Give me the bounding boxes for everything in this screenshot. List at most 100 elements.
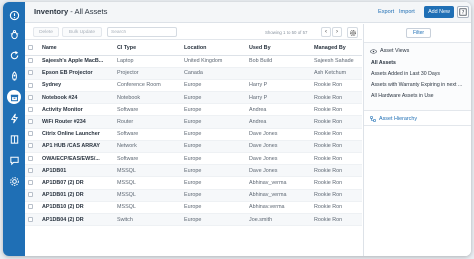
table-header-row: Name CI Type Location Used By Managed By	[25, 42, 362, 56]
refresh-icon[interactable]	[7, 48, 21, 62]
add-new-button[interactable]: Add New	[424, 6, 454, 18]
cell-used-by	[246, 67, 311, 80]
table-row[interactable]: OWA/ECP/EAS/EWS/... Software Europe Dave Jo…	[25, 152, 362, 166]
view-item-warranty-expiring[interactable]: Assets with Warranty Expiring in next ..…	[371, 82, 462, 88]
cell-used-by: Andrea	[246, 115, 311, 129]
column-header-managed-by[interactable]: Managed By	[311, 42, 362, 56]
row-checkbox[interactable]	[25, 79, 39, 93]
cell-used-by: Harry P	[246, 91, 311, 105]
cell-used-by: Dave Jones	[246, 164, 311, 178]
table-row[interactable]: AP1DB04 (2) DR Switch Europe Joe.smith Rooki…	[25, 213, 362, 227]
filter-button[interactable]: Filter	[406, 28, 431, 38]
cell-name[interactable]: Sydney	[39, 79, 114, 93]
row-checkbox[interactable]	[25, 164, 39, 178]
cell-name[interactable]: AP1DB04 (2) DR	[39, 213, 114, 227]
import-link[interactable]: Import	[399, 9, 415, 15]
cell-location: Europe	[181, 128, 246, 141]
delete-button[interactable]: Delete	[33, 27, 59, 37]
cell-name[interactable]: Sajeesh's Apple MacB...	[39, 55, 114, 68]
main-content: Inventory - All Assets Export Import Add…	[25, 2, 471, 256]
archive-box-icon[interactable]	[7, 90, 21, 104]
row-checkbox[interactable]	[25, 140, 39, 154]
cell-location: Europe	[181, 79, 246, 93]
view-item-hardware-in-use[interactable]: All Hardware Assets in Use	[371, 93, 434, 99]
pagination-info: Showing 1 to 50 of 57	[265, 30, 308, 35]
cell-name[interactable]: AP1DB10 (2) DR	[39, 201, 114, 214]
row-checkbox[interactable]	[25, 91, 39, 105]
cell-used-by: Abhinav_verma	[246, 189, 311, 202]
cell-name[interactable]: AP1 HUB /CAS ARRAY	[39, 140, 114, 154]
cell-ci-type: Network	[114, 140, 181, 154]
view-item-all-assets[interactable]: All Assets	[371, 60, 396, 66]
gear-icon[interactable]	[7, 174, 21, 188]
column-header-location[interactable]: Location	[181, 42, 246, 56]
cell-name[interactable]: Notebook #24	[39, 91, 114, 105]
bulk-update-button[interactable]: Bulk Update	[62, 27, 102, 37]
chat-icon[interactable]	[7, 153, 21, 167]
cell-managed-by: Rookie Ron	[311, 164, 362, 178]
question-icon[interactable]: ?	[457, 6, 469, 18]
cell-name[interactable]: AP1DB01 (2) DR	[39, 189, 114, 202]
column-settings-icon[interactable]	[347, 27, 358, 38]
table-row[interactable]: AP1 HUB /CAS ARRAY Network Europe Dave Jone…	[25, 140, 362, 154]
cell-managed-by: Rookie Ron	[311, 128, 362, 141]
cell-managed-by: Rookie Ron	[311, 189, 362, 202]
row-checkbox[interactable]	[25, 67, 39, 80]
bug-icon[interactable]	[7, 27, 21, 41]
cell-name[interactable]: Epson EB Projector	[39, 67, 114, 80]
cell-name[interactable]: AP1DB01	[39, 164, 114, 178]
row-checkbox[interactable]	[25, 213, 39, 227]
cell-name[interactable]: Citrix Online Launcher	[39, 128, 114, 141]
export-link[interactable]: Export	[378, 9, 394, 15]
exclamation-circle-icon[interactable]	[7, 8, 21, 22]
cell-name[interactable]: WiFi Router #234	[39, 115, 114, 129]
table-row[interactable]: WiFi Router #234 Router Europe Andrea Rookie…	[25, 115, 362, 129]
column-header-ci-type[interactable]: CI Type	[114, 42, 181, 56]
search-input[interactable]	[107, 27, 177, 37]
cell-used-by: Harry P	[246, 79, 311, 93]
row-checkbox[interactable]	[25, 152, 39, 166]
cell-location: United Kingdom	[181, 55, 246, 68]
table-row[interactable]: Sydney Conference Room Europe Harry P Rookie…	[25, 79, 362, 93]
cell-ci-type: Software	[114, 103, 181, 117]
cell-name[interactable]: AP1DB07 (2) DR	[39, 176, 114, 190]
table-row[interactable]: AP1DB10 (2) DR MSSQL Europe Abhinav.verma Ro…	[25, 201, 362, 214]
cell-managed-by: Rookie Ron	[311, 176, 362, 190]
row-checkbox[interactable]	[25, 115, 39, 129]
table-row[interactable]: AP1DB07 (2) DR MSSQL Europe Abhinav_verma Ro…	[25, 176, 362, 190]
cell-name[interactable]: OWA/ECP/EAS/EWS/...	[39, 152, 114, 166]
view-item-last-30-days[interactable]: Assets Added in Last 30 Days	[371, 71, 440, 77]
cell-ci-type: Software	[114, 128, 181, 141]
asset-hierarchy-link[interactable]: Asset Hierarchy	[370, 116, 417, 122]
row-checkbox[interactable]	[25, 103, 39, 117]
table-row[interactable]: Sajeesh's Apple MacB... Laptop United King…	[25, 55, 362, 68]
table-row[interactable]: Epson EB Projector Projector Canada Ash Ket…	[25, 67, 362, 80]
rocket-icon[interactable]	[7, 69, 21, 83]
select-all-checkbox[interactable]	[25, 42, 39, 56]
table-row[interactable]: Activity Monitor Software Europe Andrea Rook…	[25, 103, 362, 117]
cell-used-by: Joe.smith	[246, 213, 311, 227]
column-header-name[interactable]: Name	[39, 42, 114, 56]
table-row[interactable]: Citrix Online Launcher Software Europe Dave…	[25, 128, 362, 141]
table-row[interactable]: AP1DB01 MSSQL Europe Dave Jones Rookie Ron	[25, 164, 362, 178]
column-header-used-by[interactable]: Used By	[246, 42, 311, 56]
cell-ci-type: Projector	[114, 67, 181, 80]
row-checkbox[interactable]	[25, 189, 39, 202]
cell-location: Europe	[181, 103, 246, 117]
cell-ci-type: MSSQL	[114, 164, 181, 178]
table-row[interactable]: Notebook #24 Notebook Europe Harry P Rookie …	[25, 91, 362, 105]
row-checkbox[interactable]	[25, 176, 39, 190]
bolt-icon[interactable]	[7, 111, 21, 125]
chevron-right-icon[interactable]: ›	[332, 27, 342, 37]
chevron-left-icon[interactable]: ‹	[321, 27, 331, 37]
cell-used-by: Andrea	[246, 103, 311, 117]
cell-used-by: Bob Build	[246, 55, 311, 68]
row-checkbox[interactable]	[25, 128, 39, 141]
book-icon[interactable]	[7, 132, 21, 146]
table-row[interactable]: AP1DB01 (2) DR MSSQL Europe Abhinav_verma Ro…	[25, 189, 362, 202]
row-checkbox[interactable]	[25, 201, 39, 214]
cell-location: Europe	[181, 213, 246, 227]
cell-managed-by: Rookie Ron	[311, 115, 362, 129]
cell-name[interactable]: Activity Monitor	[39, 103, 114, 117]
row-checkbox[interactable]	[25, 55, 39, 68]
